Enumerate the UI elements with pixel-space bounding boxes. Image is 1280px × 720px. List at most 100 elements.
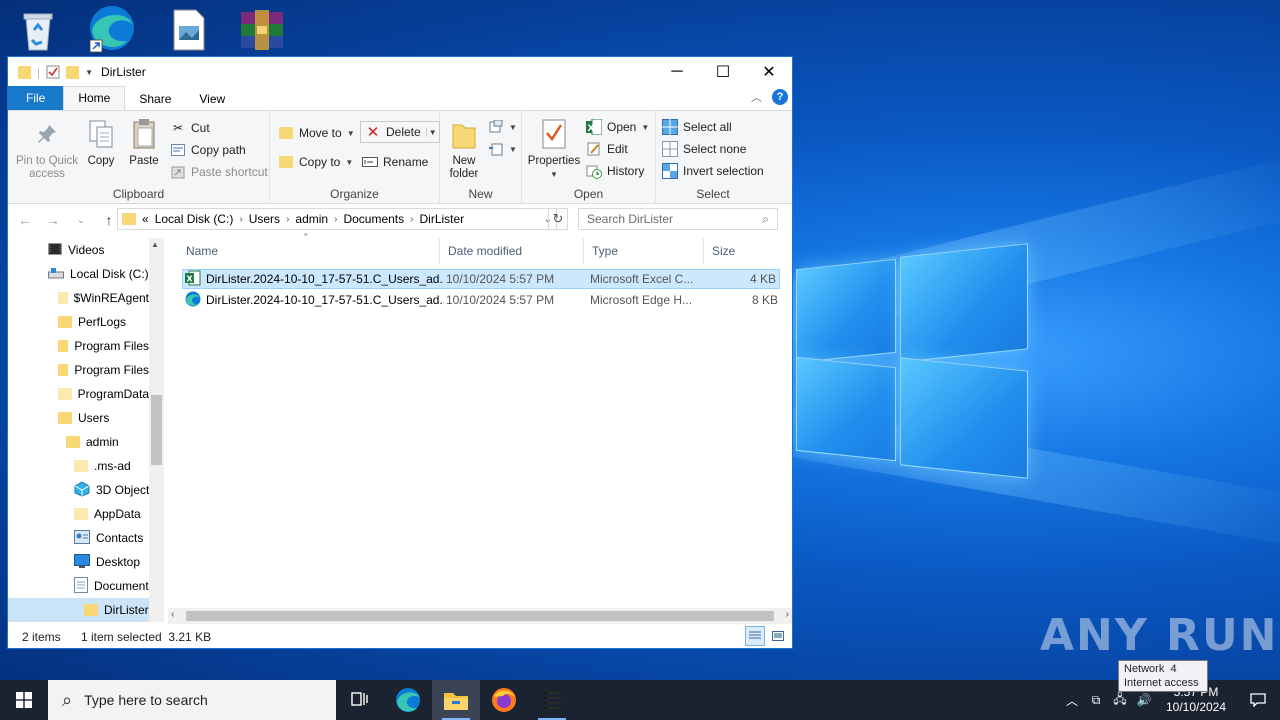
large-icons-view-icon[interactable] xyxy=(770,628,786,644)
nav-scrollbar[interactable]: ▲ xyxy=(149,238,164,622)
scroll-up-icon[interactable]: ▲ xyxy=(151,240,159,249)
nav-item[interactable]: DirLister xyxy=(8,598,149,622)
select-none-button[interactable]: Select none xyxy=(662,139,746,159)
maximize-button[interactable]: ☐ xyxy=(700,57,746,87)
breadcrumb-local-disk[interactable]: Local Disk (C:) xyxy=(155,212,234,226)
paste-button[interactable]: Paste xyxy=(126,117,162,168)
address-bar[interactable]: « Local Disk (C:) › Users › admin › Docu… xyxy=(117,208,557,230)
nav-scrollbar-thumb[interactable] xyxy=(151,395,162,465)
recycle-bin-icon[interactable] xyxy=(12,6,64,54)
nav-item[interactable]: .ms-ad xyxy=(8,454,149,478)
invert-selection-button[interactable]: Invert selection xyxy=(662,161,764,181)
refresh-icon[interactable]: ↻ xyxy=(548,208,568,230)
history-button[interactable]: History xyxy=(586,161,644,181)
properties-icon[interactable] xyxy=(46,65,60,79)
chevron-right-icon[interactable]: › xyxy=(286,214,289,225)
taskbar-edge[interactable] xyxy=(384,680,432,720)
breadcrumb-users[interactable]: Users xyxy=(249,212,280,226)
nav-item[interactable]: admin xyxy=(8,430,149,454)
column-size[interactable]: Size xyxy=(704,238,784,264)
close-button[interactable]: ✕ xyxy=(746,57,792,87)
nav-item[interactable]: 3D Objects xyxy=(8,478,155,502)
tab-share[interactable]: Share xyxy=(125,88,185,110)
nav-item[interactable]: Desktop xyxy=(8,550,149,574)
minimize-button[interactable]: ─ xyxy=(654,57,700,87)
nav-item[interactable]: $WinREAgent xyxy=(8,286,149,310)
tab-home[interactable]: Home xyxy=(63,86,126,110)
search-input[interactable]: Search DirLister xyxy=(587,212,673,226)
tab-view[interactable]: View xyxy=(185,88,239,110)
nav-item[interactable]: Documents xyxy=(8,574,155,598)
file-row[interactable]: X DirLister.2024-10-10_17-57-51.C_Users_… xyxy=(182,269,780,289)
rename-button[interactable]: Rename xyxy=(362,152,428,172)
address-overflow[interactable]: « xyxy=(142,212,149,226)
column-name[interactable]: Name xyxy=(178,238,440,264)
scroll-left-icon[interactable]: ‹ xyxy=(171,609,174,620)
horizontal-scrollbar[interactable]: ‹ › xyxy=(168,608,792,624)
taskbar-search[interactable]: ⌕ Type here to search xyxy=(48,680,336,720)
nav-item[interactable]: PerfLogs xyxy=(8,310,149,334)
taskbar-file-explorer[interactable] xyxy=(432,680,480,720)
dropdown-icon[interactable]: ▼ xyxy=(425,127,437,137)
column-date-modified[interactable]: Date modified xyxy=(440,238,584,264)
back-icon[interactable]: ← xyxy=(14,212,36,228)
task-view-icon xyxy=(351,692,368,706)
ribbon: Pin to Quick access Copy Paste ✂ Cut Cop… xyxy=(8,111,792,204)
nav-item[interactable]: Videos xyxy=(8,238,149,262)
open-button[interactable]: X Open ▼ xyxy=(586,117,649,137)
copy-to-button[interactable]: Copy to ▼ xyxy=(278,152,353,172)
delete-button[interactable]: ✕ Delete ▼ xyxy=(360,121,440,143)
breadcrumb-dirlister[interactable]: DirLister xyxy=(419,212,464,226)
recent-locations-icon[interactable]: ⌄ xyxy=(70,215,92,226)
nav-item[interactable]: AppData xyxy=(8,502,149,526)
image-file-icon[interactable] xyxy=(162,6,214,54)
customize-toolbar-icon[interactable]: ▼ xyxy=(85,68,93,77)
help-icon[interactable]: ? xyxy=(772,89,788,105)
copy-path-button[interactable]: Copy path xyxy=(170,140,246,160)
taskbar-app[interactable] xyxy=(528,680,576,720)
move-to-button[interactable]: Move to ▼ xyxy=(278,123,355,143)
taskbar-firefox[interactable] xyxy=(480,680,528,720)
collapse-ribbon-icon[interactable]: ︿ xyxy=(751,89,762,105)
volume-icon[interactable]: 🔊 xyxy=(1132,693,1156,707)
file-row[interactable]: DirLister.2024-10-10_17-57-51.C_Users_ad… xyxy=(182,290,780,310)
breadcrumb-documents[interactable]: Documents xyxy=(343,212,404,226)
tab-file[interactable]: File xyxy=(8,86,64,110)
breadcrumb-admin[interactable]: admin xyxy=(295,212,328,226)
network-icon[interactable]: 🖧 xyxy=(1108,690,1132,711)
task-view-button[interactable] xyxy=(336,680,384,720)
show-hidden-icons-icon[interactable]: ︿ xyxy=(1060,692,1084,709)
start-button[interactable] xyxy=(0,680,48,720)
search-box[interactable]: Search DirLister ⌕ xyxy=(578,208,778,230)
nav-item[interactable]: Program Files xyxy=(8,358,149,382)
nav-item[interactable]: ProgramData xyxy=(8,382,149,406)
taskbar-search-input[interactable]: Type here to search xyxy=(84,692,208,708)
properties-button[interactable]: Properties ▼ xyxy=(526,117,582,181)
pin-quick-access-button[interactable]: Pin to Quick access xyxy=(14,117,80,181)
chevron-right-icon[interactable]: › xyxy=(410,214,413,225)
edit-button[interactable]: Edit xyxy=(586,139,628,159)
forward-icon[interactable]: → xyxy=(42,212,64,228)
column-type[interactable]: Type xyxy=(584,238,704,264)
cut-button[interactable]: ✂ Cut xyxy=(170,118,210,138)
details-view-icon[interactable] xyxy=(745,626,765,646)
chevron-right-icon[interactable]: › xyxy=(239,214,242,225)
notifications-icon[interactable] xyxy=(1236,693,1280,707)
nav-item[interactable]: Contacts xyxy=(8,526,149,550)
select-all-button[interactable]: Select all xyxy=(662,117,732,137)
copy-button[interactable]: Copy xyxy=(84,117,118,168)
new-folder-icon[interactable] xyxy=(66,65,80,79)
edge-shortcut-icon[interactable] xyxy=(86,4,138,53)
scroll-right-icon[interactable]: › xyxy=(786,609,789,620)
nav-item[interactable]: Local Disk (C:) xyxy=(8,262,149,286)
chevron-right-icon[interactable]: › xyxy=(334,214,337,225)
horizontal-scrollbar-thumb[interactable] xyxy=(186,611,774,621)
nav-item[interactable]: Users xyxy=(8,406,149,430)
new-item-button[interactable]: ▼ xyxy=(488,117,517,137)
device-icon[interactable]: ⧉ xyxy=(1084,693,1108,708)
new-folder-button[interactable]: New folder xyxy=(442,117,486,181)
winrar-icon[interactable] xyxy=(236,6,288,54)
easy-access-button[interactable]: ▼ xyxy=(488,139,517,159)
nav-item[interactable]: Program Files xyxy=(8,334,149,358)
paste-shortcut-button[interactable]: Paste shortcut xyxy=(170,162,268,182)
